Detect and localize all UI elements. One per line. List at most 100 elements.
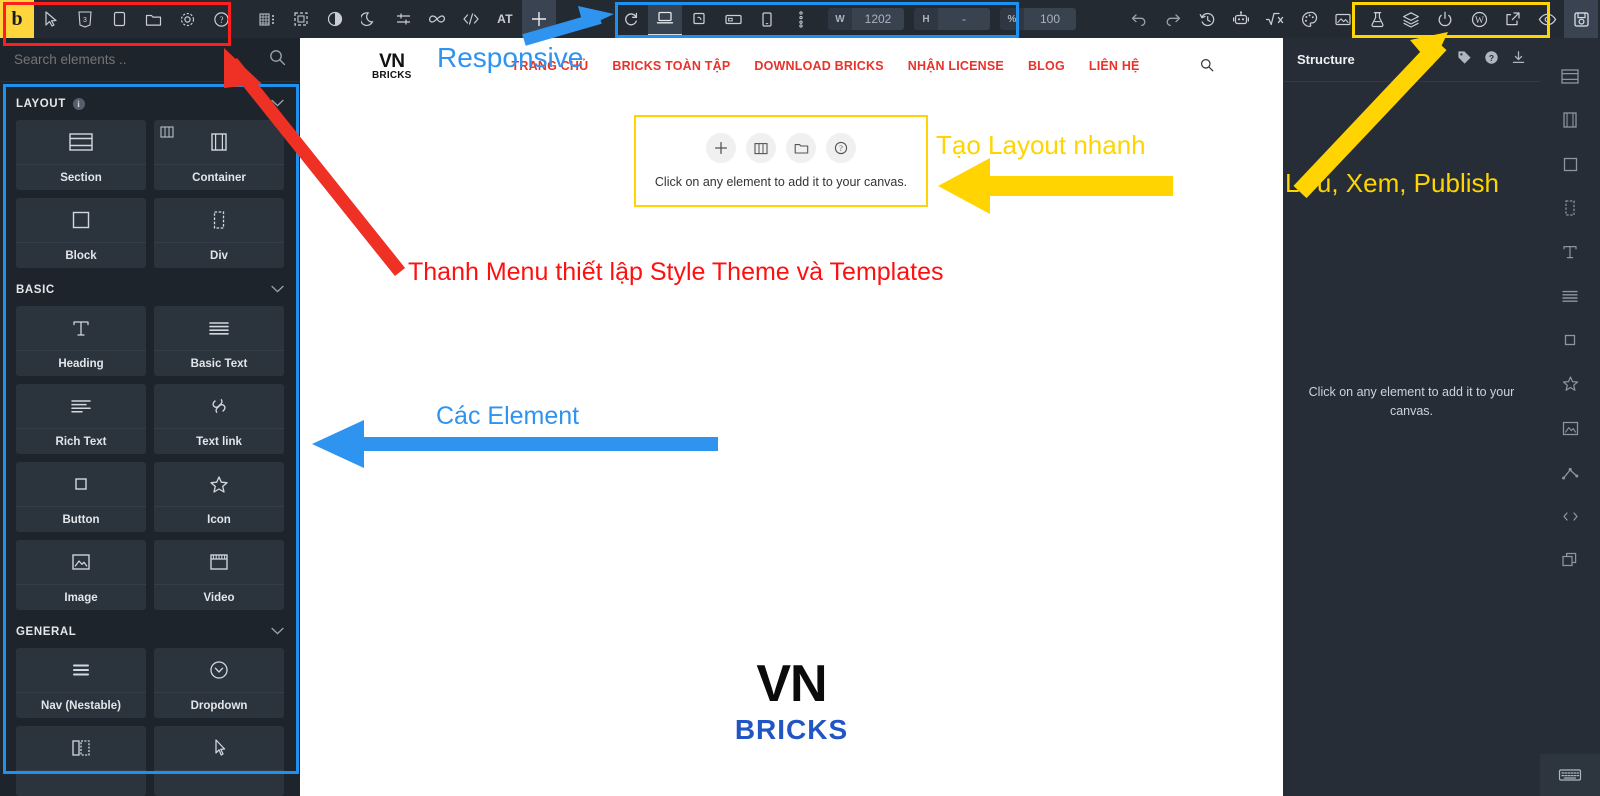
device-tablet-landscape[interactable] <box>716 2 750 36</box>
nav-item-lien-he[interactable]: LIÊN HỆ <box>1089 59 1140 73</box>
element-card-section[interactable]: Section <box>16 120 146 190</box>
folder-icon[interactable] <box>136 0 170 38</box>
add-element-icon[interactable] <box>706 133 736 163</box>
div-icon[interactable] <box>1550 186 1590 230</box>
chevron-down-icon[interactable] <box>271 284 284 296</box>
zoom-field[interactable]: % 100 <box>1000 8 1076 30</box>
info-icon[interactable]: i <box>72 98 85 110</box>
nav-item-bricks-toan-tap[interactable]: BRICKS TOÀN TẬP <box>612 59 730 73</box>
formula-icon[interactable] <box>1258 0 1292 38</box>
help-icon[interactable]: ? <box>204 0 238 38</box>
chevron-down-icon[interactable] <box>271 626 284 638</box>
plus-icon[interactable] <box>522 0 556 38</box>
star-icon[interactable] <box>1550 362 1590 406</box>
tag-icon[interactable] <box>1457 50 1472 70</box>
element-card-text-link[interactable]: Text link <box>154 384 284 454</box>
section-icon[interactable] <box>1550 54 1590 98</box>
moon-icon[interactable] <box>352 0 386 38</box>
history-icon[interactable] <box>1190 0 1224 38</box>
heading-icon[interactable] <box>1550 230 1590 274</box>
refresh-icon[interactable] <box>614 2 648 36</box>
group-title-layout: LAYOUT <box>16 98 66 110</box>
height-field[interactable]: H - <box>914 8 990 30</box>
element-card-dropdown[interactable]: Dropdown <box>154 648 284 718</box>
width-value[interactable]: 1202 <box>852 8 904 30</box>
keyboard-icon[interactable] <box>1540 754 1600 796</box>
save-icon[interactable] <box>1564 0 1598 38</box>
layers-icon[interactable] <box>1394 0 1428 38</box>
nestable-icon[interactable] <box>1550 450 1590 494</box>
nav-item-nhan-license[interactable]: NHẬN LICENSE <box>908 59 1004 73</box>
device-desktop[interactable] <box>648 2 682 36</box>
help-circle-icon[interactable]: ? <box>826 133 856 163</box>
container-icon[interactable] <box>1550 98 1590 142</box>
search-icon[interactable] <box>1200 58 1214 75</box>
search-elements-row[interactable] <box>0 38 300 82</box>
video-icon <box>154 540 284 584</box>
element-card-nav-nestable[interactable]: Nav (Nestable) <box>16 648 146 718</box>
undo-icon[interactable] <box>1122 0 1156 38</box>
element-card-basic-text[interactable]: Basic Text <box>154 306 284 376</box>
wordpress-icon[interactable]: W <box>1462 0 1496 38</box>
element-card-partial-left[interactable] <box>16 726 146 796</box>
chevron-down-icon[interactable] <box>271 98 284 110</box>
element-card-icon[interactable]: Icon <box>154 462 284 532</box>
code-icon[interactable] <box>454 0 488 38</box>
element-card-rich-text[interactable]: Rich Text <box>16 384 146 454</box>
block-icon[interactable] <box>1550 142 1590 186</box>
flask-icon[interactable] <box>1360 0 1394 38</box>
element-card-button[interactable]: Button <box>16 462 146 532</box>
element-card-container[interactable]: Container <box>154 120 284 190</box>
at-icon[interactable]: AT <box>488 0 522 38</box>
bricks-logo[interactable]: b <box>0 0 34 38</box>
group-header-layout[interactable]: LAYOUT i <box>0 82 300 120</box>
element-card-video[interactable]: Video <box>154 540 284 610</box>
text-icon[interactable] <box>1550 274 1590 318</box>
palette-icon[interactable] <box>1292 0 1326 38</box>
device-mobile[interactable] <box>750 2 784 36</box>
css-icon[interactable]: 3 <box>68 0 102 38</box>
page-icon[interactable] <box>102 0 136 38</box>
contrast-icon[interactable] <box>318 0 352 38</box>
robot-icon[interactable] <box>1224 0 1258 38</box>
frame-icon[interactable] <box>284 0 318 38</box>
grid-list-icon[interactable] <box>250 0 284 38</box>
infinity-icon[interactable] <box>420 0 454 38</box>
image-icon[interactable] <box>1550 406 1590 450</box>
element-card-image[interactable]: Image <box>16 540 146 610</box>
eye-icon[interactable] <box>1530 0 1564 38</box>
duplicate-icon[interactable] <box>1550 538 1590 582</box>
nav-item-blog[interactable]: BLOG <box>1028 59 1065 73</box>
zoom-value[interactable]: 100 <box>1024 8 1076 30</box>
nav-item-trang-chu[interactable]: TRANG CHỦ <box>512 59 589 73</box>
redo-icon[interactable] <box>1156 0 1190 38</box>
nav-item-download-bricks[interactable]: DOWNLOAD BRICKS <box>754 59 883 73</box>
code-icon[interactable] <box>1550 494 1590 538</box>
image-icon[interactable] <box>1326 0 1360 38</box>
height-value[interactable]: - <box>938 8 990 30</box>
group-title-general: GENERAL <box>16 626 77 638</box>
element-card-div[interactable]: Div <box>154 198 284 268</box>
button-icon[interactable] <box>1550 318 1590 362</box>
page-canvas[interactable]: VN BRICKS TRANG CHỦ BRICKS TOÀN TẬP DOWN… <box>300 38 1283 796</box>
group-header-general[interactable]: GENERAL <box>0 610 300 648</box>
search-input[interactable] <box>14 52 269 67</box>
width-field[interactable]: W 1202 <box>828 8 904 30</box>
element-card-heading[interactable]: Heading <box>16 306 146 376</box>
help-icon[interactable]: ? <box>1484 50 1499 70</box>
columns-icon[interactable] <box>746 133 776 163</box>
sliders-icon[interactable] <box>386 0 420 38</box>
templates-folder-icon[interactable] <box>786 133 816 163</box>
search-icon[interactable] <box>269 49 286 71</box>
power-icon[interactable] <box>1428 0 1462 38</box>
site-logo[interactable]: VN BRICKS <box>372 52 412 81</box>
gear-icon[interactable] <box>170 0 204 38</box>
group-header-basic[interactable]: BASIC <box>0 268 300 306</box>
download-icon[interactable] <box>1511 50 1526 70</box>
more-breakpoints-icon[interactable] <box>784 2 818 36</box>
external-link-icon[interactable] <box>1496 0 1530 38</box>
device-laptop[interactable] <box>682 2 716 36</box>
element-card-partial-right[interactable] <box>154 726 284 796</box>
pointer-icon[interactable] <box>34 0 68 38</box>
element-card-block[interactable]: Block <box>16 198 146 268</box>
